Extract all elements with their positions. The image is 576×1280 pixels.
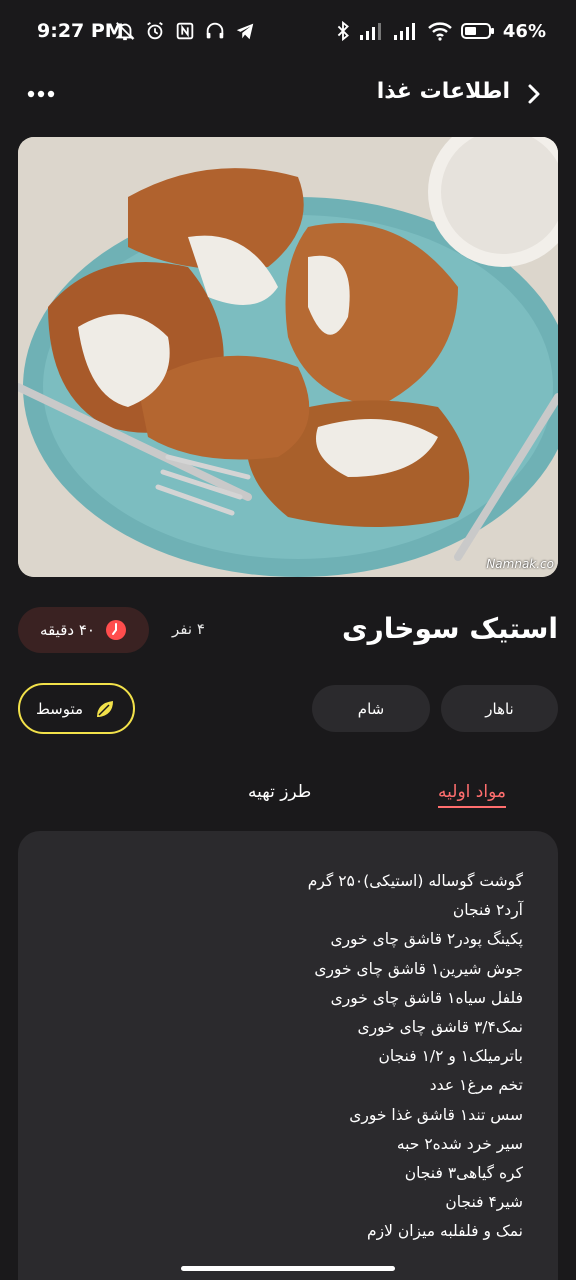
home-indicator[interactable] xyxy=(181,1266,395,1271)
page-title: اطلاعات غذا xyxy=(376,79,510,104)
difficulty-label: متوسط xyxy=(35,699,84,718)
difficulty-badge: متوسط xyxy=(18,683,135,734)
signal-icon xyxy=(359,23,381,40)
list-item: نمک۳/۴ قاشق چای خوری xyxy=(357,1018,523,1037)
tag-lunch: ناهار xyxy=(441,685,558,732)
tag-lunch-label: ناهار xyxy=(485,699,514,718)
list-item: سیر خرد شده۲ حبه xyxy=(396,1134,523,1153)
dish-title: استیک سوخاری xyxy=(342,612,558,645)
tag-dinner-label: شام xyxy=(357,699,385,718)
list-item: فلفل سیاه۱ قاشق چای خوری xyxy=(330,988,523,1007)
photo-watermark: Namnak.co xyxy=(486,557,554,571)
servings-label: ۴ نفر xyxy=(172,620,205,638)
dish-photo: Namnak.co xyxy=(18,137,558,577)
tab-ingredients[interactable]: مواد اولیه xyxy=(438,782,506,808)
telegram-icon xyxy=(236,23,254,40)
leaf-icon xyxy=(97,700,114,717)
ingredients-list: گوشت گوساله (استیکی)۲۵۰ گرم آرد۲ فنجان پ… xyxy=(308,867,523,1247)
nfc-icon xyxy=(176,22,194,40)
list-item: سس تند۱ قاشق غذا خوری xyxy=(349,1105,523,1124)
list-item: گوشت گوساله (استیکی)۲۵۰ گرم xyxy=(307,872,523,890)
app-header: اطلاعات غذا xyxy=(0,70,576,118)
tab-preparation[interactable]: طرز تهیه xyxy=(248,782,311,802)
battery-percent: 46% xyxy=(502,20,546,42)
list-item: پکینگ پودر۲ قاشق چای خوری xyxy=(330,930,523,949)
list-item: آرد۲ فنجان xyxy=(452,901,523,920)
status-bar: 9:27 PM 46% xyxy=(0,0,576,64)
cook-time-label: ۴۰ دقیقه xyxy=(40,621,95,639)
list-item: تخم مرغ۱ عدد xyxy=(429,1076,523,1095)
list-item: جوش شیرین۱ قاشق چای خوری xyxy=(314,959,523,978)
headset-icon xyxy=(206,22,224,39)
status-time: 9:27 PM xyxy=(37,20,124,42)
chevron-right-icon[interactable] xyxy=(522,80,546,108)
tag-dinner: شام xyxy=(312,685,430,732)
cook-time-badge: ۴۰ دقیقه xyxy=(18,607,149,653)
list-item: کره گیاهی۳ فنجان xyxy=(404,1164,523,1183)
alarm-icon xyxy=(147,21,163,40)
list-item: شیر۴ فنجان xyxy=(445,1193,523,1212)
signal-icon xyxy=(393,23,415,40)
clock-icon xyxy=(105,620,126,640)
wifi-icon xyxy=(428,22,452,41)
ingredients-card: گوشت گوساله (استیکی)۲۵۰ گرم آرد۲ فنجان پ… xyxy=(18,831,558,1280)
battery-icon xyxy=(460,23,494,39)
list-item: باترمیلک۱ و ۱/۲ فنجان xyxy=(378,1047,523,1066)
list-item: نمک و فلفلبه میزان لازم xyxy=(367,1222,523,1241)
bluetooth-icon xyxy=(337,20,349,42)
dish-photo-illustration xyxy=(18,137,558,577)
more-dots-icon[interactable] xyxy=(26,80,56,108)
mute-bell-icon xyxy=(115,22,135,41)
